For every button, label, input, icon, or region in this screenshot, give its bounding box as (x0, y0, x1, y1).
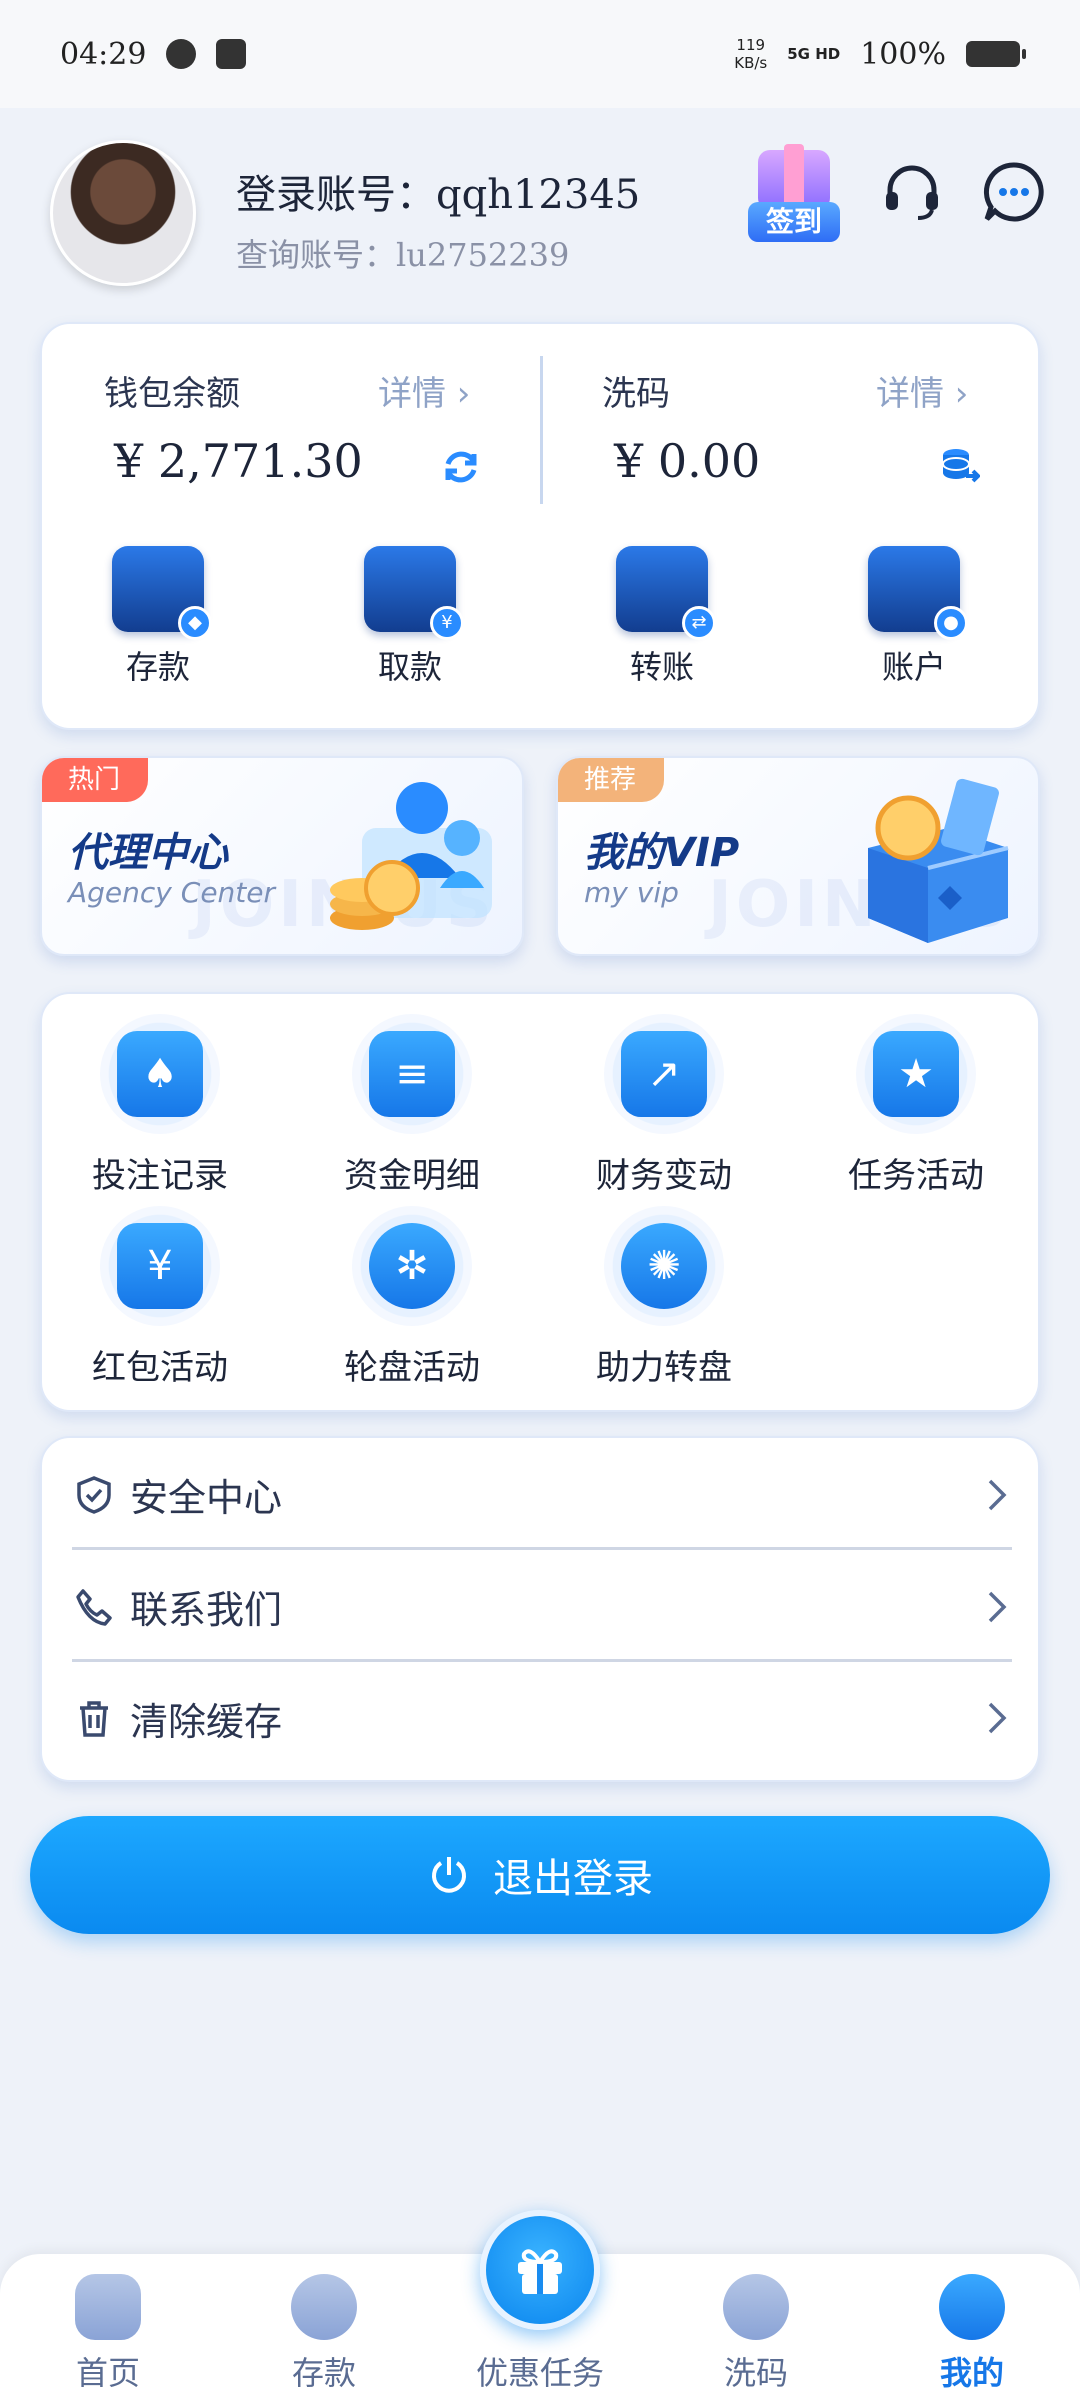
red-packet-icon: ¥ (117, 1223, 203, 1309)
deposit-action[interactable]: ◆ 存款 (98, 546, 218, 688)
wallet-icon: ◆ (112, 546, 212, 640)
roulette-item[interactable]: ✲ 轮盘活动 (312, 1206, 512, 1389)
menu-security-center[interactable]: 安全中心 (72, 1442, 1012, 1550)
battery-percent: 100% (860, 36, 946, 72)
wallet-divider (540, 356, 543, 504)
logout-button[interactable]: 退出登录 (30, 1816, 1050, 1934)
fund-detail-item[interactable]: ≡ 资金明细 (312, 1014, 512, 1197)
balance-title: 钱包余额 (104, 374, 240, 414)
wash-stack-button[interactable] (940, 446, 981, 490)
coin-stack-icon (942, 449, 981, 483)
bet-record-icon: ♠ (117, 1031, 203, 1117)
nav-home[interactable]: 首页 (28, 2274, 188, 2394)
agency-people-icon (330, 782, 492, 930)
refresh-icon (445, 451, 477, 483)
hot-tag: 热门 (42, 758, 149, 802)
chevron-right-icon (982, 1587, 1012, 1627)
agency-center-card[interactable]: 热门 JOIN US 代理中心 Agency Center (40, 756, 524, 956)
globe-icon (166, 39, 197, 69)
logout-label: 退出登录 (493, 1856, 653, 1902)
chat-bubble-icon (983, 162, 1044, 222)
chevron-right-icon (982, 1698, 1012, 1738)
fund-detail-icon: ≡ (369, 1031, 455, 1117)
agency-title: 代理中心 (68, 830, 228, 876)
wash-detail-link[interactable]: 详情 › (876, 366, 968, 415)
avatar[interactable] (50, 140, 196, 286)
menu-clear-cache[interactable]: 清除缓存 (72, 1664, 1012, 1772)
wash-amount: ¥ 0.00 (614, 434, 761, 488)
vip-subtitle: my vip (584, 876, 679, 909)
settings-menu: 安全中心 联系我们 清除缓存 (40, 1436, 1040, 1782)
finance-change-icon: ↗ (621, 1031, 707, 1117)
red-packet-item[interactable]: ¥ 红包活动 (60, 1206, 260, 1389)
battery-icon (966, 41, 1026, 67)
vip-treasure-box-icon (868, 778, 1009, 943)
network-speed: 119 KB/s (734, 36, 768, 72)
transfer-icon: ⇄ (616, 546, 716, 640)
nav-promo-task[interactable] (480, 2210, 600, 2330)
feature-grid: ♠ 投注记录 ≡ 资金明细 ↗ 财务变动 ★ 任务活动 ¥ 红包活动 ✲ 轮盘活… (40, 992, 1040, 1412)
shield-icon (72, 1473, 116, 1517)
bet-record-item[interactable]: ♠ 投注记录 (60, 1014, 260, 1197)
agency-subtitle: Agency Center (68, 876, 276, 909)
finance-change-item[interactable]: ↗ 财务变动 (564, 1014, 764, 1197)
checkin-button[interactable]: 签到 (748, 144, 840, 242)
query-account: 查询账号：lu2752239 (236, 236, 570, 274)
deposit-icon (291, 2274, 357, 2340)
balance-detail-link[interactable]: 详情 › (378, 366, 470, 415)
profile-icon (939, 2274, 1005, 2340)
roulette-icon: ✲ (369, 1223, 455, 1309)
checkin-label: 签到 (748, 202, 840, 242)
clipboard-check-icon (216, 39, 247, 69)
recommend-tag: 推荐 (558, 758, 665, 802)
gift-icon (518, 2249, 562, 2294)
customer-service-button[interactable] (876, 156, 948, 228)
boost-wheel-item[interactable]: ✺ 助力转盘 (564, 1206, 764, 1389)
login-account: 登录账号：qqh12345 (236, 172, 641, 218)
card-icon: ¥ (364, 546, 464, 640)
home-icon (75, 2274, 141, 2340)
message-button[interactable] (978, 156, 1050, 228)
menu-contact-us[interactable]: 联系我们 (72, 1554, 1012, 1662)
status-bar: 04:29 119 KB/s 5G HD 100% (0, 0, 1080, 108)
wallet-card: 钱包余额 详情 › ¥ 2,771.30 洗码 详情 › ¥ 0.00 ◆ 存款… (40, 322, 1040, 730)
task-activity-icon: ★ (873, 1031, 959, 1117)
my-vip-card[interactable]: 推荐 JOIN US 我的VIP my vip (556, 756, 1040, 956)
nav-promo-task-label: 优惠任务 (475, 2354, 604, 2392)
nav-profile[interactable]: 我的 (892, 2274, 1052, 2394)
vip-title: 我的VIP (584, 830, 740, 876)
nav-deposit[interactable]: 存款 (244, 2274, 404, 2394)
nav-wash[interactable]: 洗码 (676, 2274, 836, 2394)
signal-indicator: 5G HD (787, 45, 841, 63)
refresh-button[interactable] (440, 446, 482, 492)
account-action[interactable]: ● 账户 (854, 546, 974, 688)
withdraw-action[interactable]: ¥ 取款 (350, 546, 470, 688)
account-icon: ● (868, 546, 968, 640)
chevron-right-icon (982, 1475, 1012, 1515)
phone-icon (72, 1585, 116, 1629)
wash-title: 洗码 (602, 374, 670, 414)
balance-amount: ¥ 2,771.30 (114, 434, 363, 488)
status-time: 04:29 (60, 36, 147, 72)
headset-icon (886, 165, 938, 220)
power-icon (432, 1857, 466, 1893)
boost-wheel-icon: ✺ (621, 1223, 707, 1309)
trash-icon (72, 1696, 116, 1740)
wash-icon (723, 2274, 789, 2340)
user-header: 登录账号：qqh12345 查询账号：lu2752239 签到 (0, 108, 1080, 318)
transfer-action[interactable]: ⇄ 转账 (602, 546, 722, 688)
task-activity-item[interactable]: ★ 任务活动 (816, 1014, 1016, 1197)
